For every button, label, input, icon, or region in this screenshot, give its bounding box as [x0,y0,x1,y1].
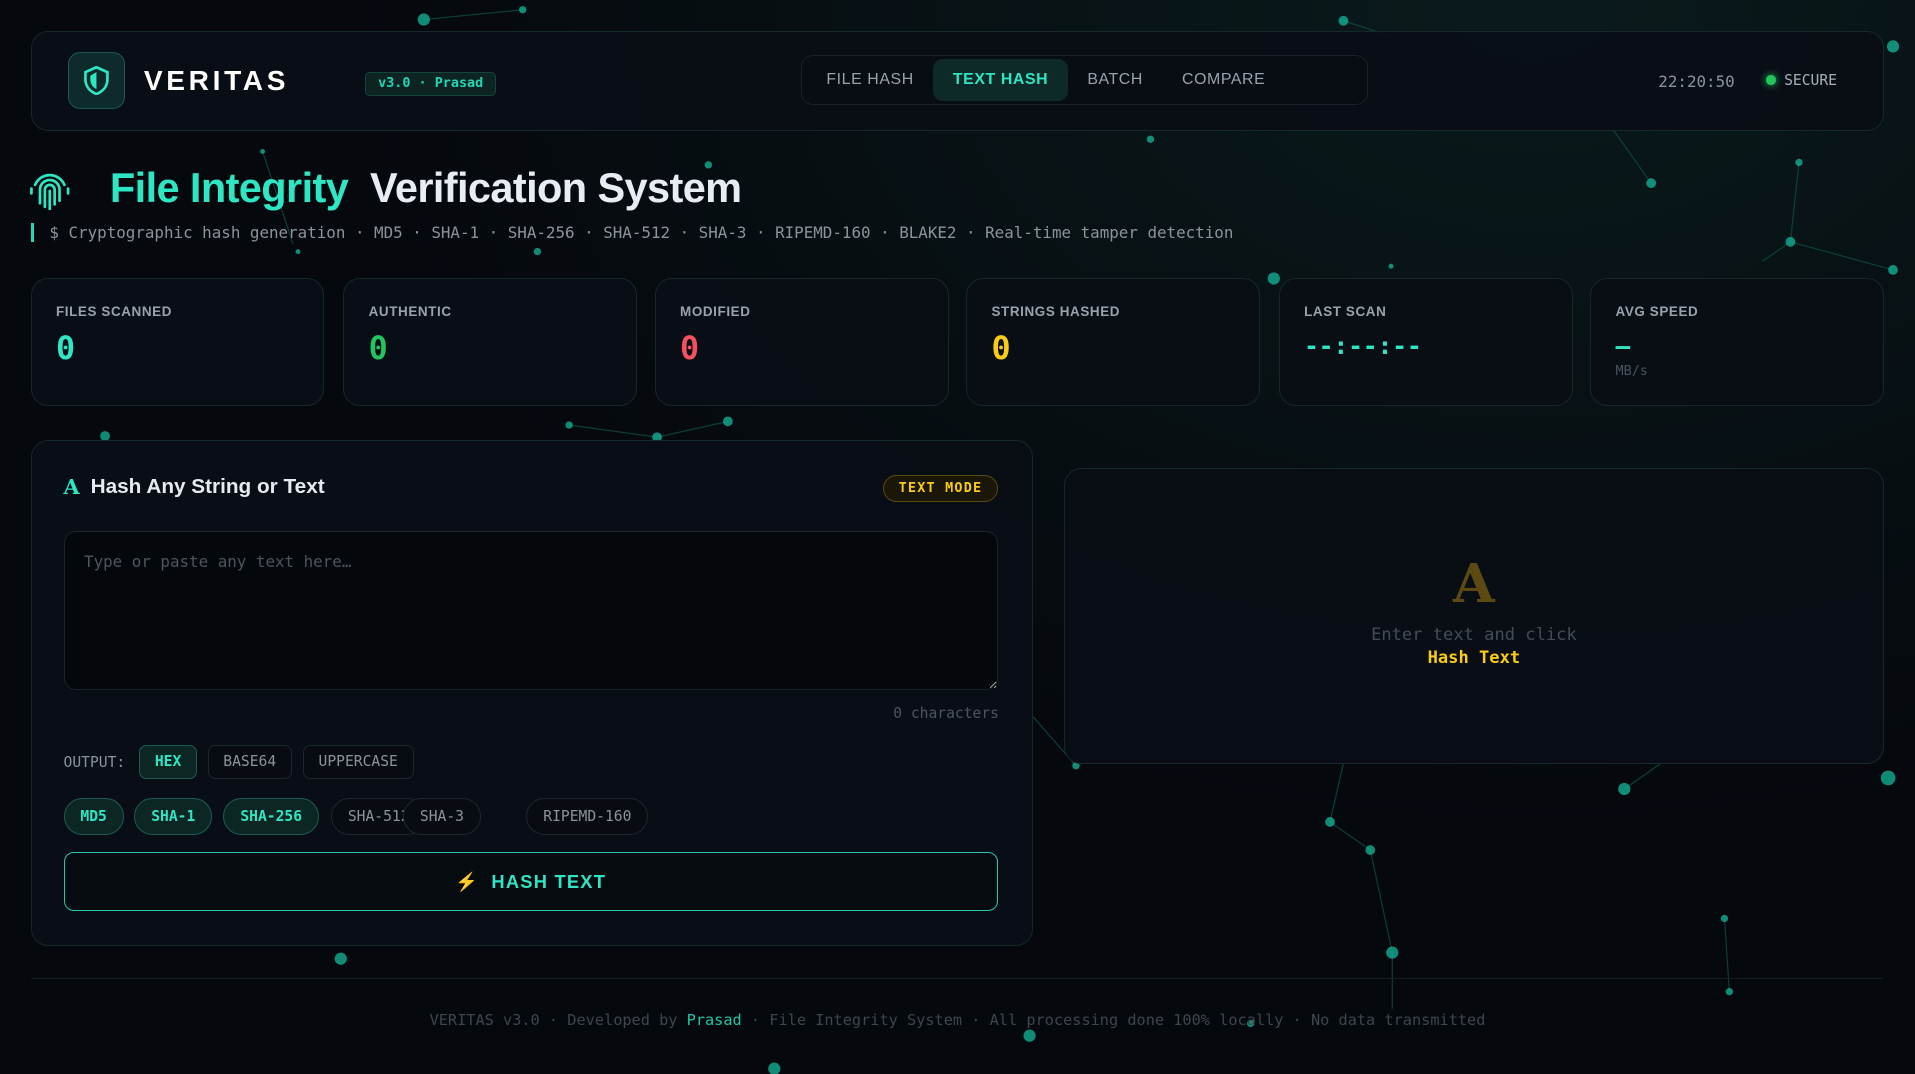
footer-text: VERITAS v3.0 · Developed by [429,1011,687,1030]
page-subtitle: $ Cryptographic hash generation · MD5 · … [30,223,1233,243]
algo-ripemd160-toggle[interactable]: RIPEMD-160 [526,797,649,835]
algo-sha3-toggle[interactable]: SHA-3 [403,797,481,835]
stat-value: 0 [680,330,700,367]
tab-text-hash[interactable]: TEXT HASH [933,58,1068,101]
stat-value: 0 [991,330,1011,367]
status-dot-icon [1765,75,1776,86]
algo-md5-toggle[interactable]: MD5 [63,797,124,835]
top-header: VERITAS v3.0 · Prasad FILE HASH TEXT HAS… [30,30,1885,132]
result-hint: Enter text and click [1371,625,1577,646]
brand-name: VERITAS [143,64,290,96]
text-icon: A [63,475,80,500]
stat-value: 0 [55,330,76,367]
stat-label: AUTHENTIC [368,303,452,319]
page-title: File Integrity Verification System [110,164,742,212]
algo-sha256-toggle[interactable]: SHA-256 [223,797,319,835]
stat-value: --:--:-- [1304,330,1422,360]
fingerprint-icon [29,169,71,217]
status-label: SECURE [1784,71,1837,89]
output-label: OUTPUT: [63,753,126,771]
stat-label: FILES SCANNED [55,303,173,319]
footer-text-rest: · File Integrity System · All processing… [741,1011,1486,1030]
output-base64-toggle[interactable]: BASE64 [207,744,292,779]
hash-text-button[interactable]: ⚡ HASH TEXT [63,852,998,912]
output-hex-toggle[interactable]: HEX [139,744,197,779]
title-accent: File Integrity [109,163,349,211]
output-uppercase-toggle[interactable]: UPPERCASE [302,744,414,779]
stat-label: AVG SPEED [1615,303,1699,319]
shield-logo-icon [68,52,126,110]
result-hint-action: Hash Text [1427,648,1521,669]
stat-label: STRINGS HASHED [991,303,1121,319]
stat-strings-hashed: STRINGS HASHED 0 [966,278,1260,407]
text-input[interactable] [63,531,998,691]
stat-value: 0 [368,330,388,367]
footer-author-link[interactable]: Prasad [687,1011,742,1029]
hash-text-button-label: HASH TEXT [491,870,607,892]
tab-file-hash[interactable]: FILE HASH [807,59,934,101]
panel-title: A Hash Any String or Text [64,475,325,499]
clock: 22:20:50 [1658,71,1735,91]
stat-avg-speed: AVG SPEED – MB/s [1590,278,1885,407]
stat-label: MODIFIED [680,303,751,319]
stat-label: LAST SCAN [1304,303,1387,319]
tab-batch[interactable]: BATCH [1068,59,1163,101]
footer: VERITAS v3.0 · Developed by Prasad · Fil… [0,1011,1915,1029]
main-nav: FILE HASH TEXT HASH BATCH COMPARE [800,54,1368,105]
result-panel: A Enter text and click Hash Text [1063,467,1885,765]
stat-unit: MB/s [1615,363,1648,379]
stat-last-scan: LAST SCAN --:--:-- [1278,278,1573,407]
char-count: 0 characters [893,704,999,722]
stat-authentic: AUTHENTIC 0 [343,278,638,407]
title-rest: Verification System [370,163,742,211]
algo-sha1-toggle[interactable]: SHA-1 [134,797,213,835]
tab-compare[interactable]: COMPARE [1162,59,1284,101]
lightning-icon: ⚡ [455,870,480,892]
version-badge: v3.0 · Prasad [364,71,497,97]
text-mode-badge: TEXT MODE [882,475,998,502]
stat-value: – [1615,330,1631,360]
stat-modified: MODIFIED 0 [654,278,949,407]
footer-divider [30,978,1884,980]
text-placeholder-icon: A [1453,551,1495,615]
secure-status: SECURE [1765,71,1837,89]
stat-files-scanned: FILES SCANNED 0 [30,278,325,407]
panel-title-text: Hash Any String or Text [90,475,325,499]
